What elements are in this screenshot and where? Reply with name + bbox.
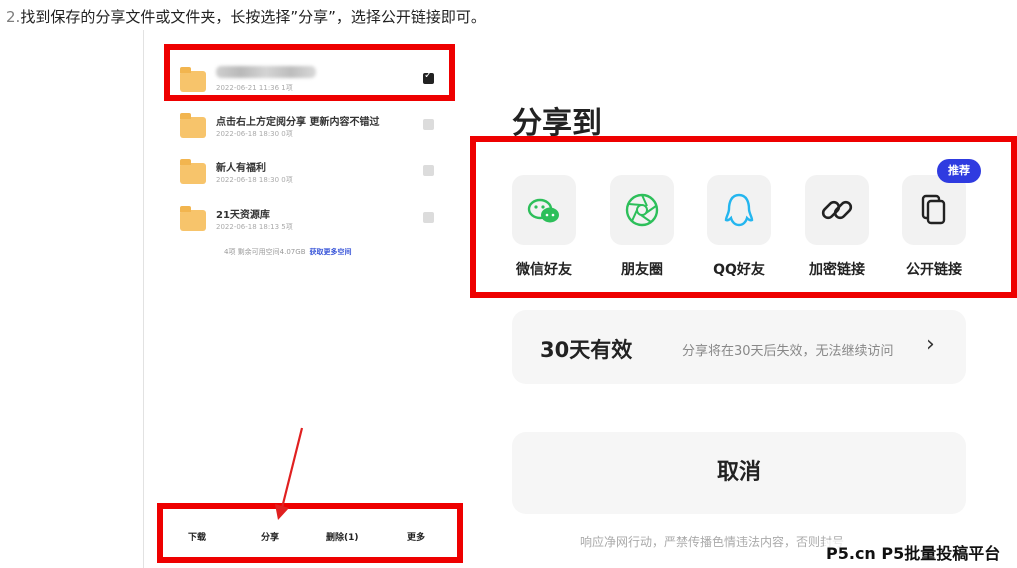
validity-selector[interactable]: 30天有效 分享将在30天后失效，无法继续访问 › <box>512 310 966 384</box>
share-option-encrypted-link[interactable]: 加密链接 <box>805 175 869 278</box>
file-meta: 2022-06-18 18:30 0项 <box>216 130 293 138</box>
moments-icon <box>625 193 659 227</box>
share-label: 微信好友 <box>516 262 572 278</box>
wechat-icon <box>527 198 559 223</box>
file-row-3[interactable]: 新人有福利 2022-06-18 18:30 0项 <box>180 159 440 199</box>
chevron-right-icon: › <box>926 332 935 357</box>
file-checkbox[interactable] <box>423 212 434 223</box>
file-meta: 2022-06-18 18:13 5项 <box>216 223 293 231</box>
cancel-button[interactable]: 取消 <box>512 432 966 514</box>
share-label: 朋友圈 <box>621 262 663 278</box>
highlight-bottom-bar <box>157 503 463 563</box>
share-option-wechat[interactable]: 微信好友 <box>512 175 576 278</box>
file-meta: 2022-06-18 18:30 0项 <box>216 176 293 184</box>
qq-tile[interactable] <box>707 175 771 245</box>
get-more-space-link[interactable]: 获取更多空间 <box>310 248 352 256</box>
folder-icon <box>180 206 206 231</box>
pointer-arrow-icon <box>275 427 304 520</box>
step-number: 2. <box>6 8 21 26</box>
share-option-qq[interactable]: QQ好友 <box>707 175 771 278</box>
file-checkbox[interactable] <box>423 165 434 176</box>
qq-icon <box>724 193 754 227</box>
folder-icon <box>180 159 206 184</box>
wechat-tile[interactable] <box>512 175 576 245</box>
file-checkbox[interactable] <box>423 119 434 130</box>
share-sheet-title: 分享到 <box>512 106 602 141</box>
file-name: 21天资源库 <box>216 210 270 221</box>
instruction-text: 2.找到保存的分享文件或文件夹，长按选择”分享”，选择公开链接即可。 <box>6 6 486 27</box>
step-text: 找到保存的分享文件或文件夹，长按选择”分享”，选择公开链接即可。 <box>20 8 486 26</box>
watermark: P5.cn P5批量投稿平台 <box>824 540 1003 564</box>
share-label: 加密链接 <box>809 262 865 278</box>
file-name: 点击右上方定阅分享 更新内容不错过 <box>216 117 380 128</box>
policy-notice: 响应净网行动，严禁传播色情违法内容，否则封号 <box>580 535 845 549</box>
file-row-2[interactable]: 点击右上方定阅分享 更新内容不错过 2022-06-18 18:30 0项 <box>180 113 440 153</box>
file-row-4[interactable]: 21天资源库 2022-06-18 18:13 5项 <box>180 206 440 246</box>
share-option-public-link[interactable]: 公开链接 <box>902 175 966 278</box>
encrypted-link-tile[interactable] <box>805 175 869 245</box>
storage-info: 4项 剩余可用空间4.07GB 获取更多空间 <box>224 247 352 257</box>
file-name: 新人有福利 <box>216 163 266 174</box>
share-option-moments[interactable]: 朋友圈 <box>610 175 674 278</box>
link-icon <box>821 200 853 220</box>
storage-text: 4项 剩余可用空间4.07GB <box>224 248 306 256</box>
share-label: QQ好友 <box>713 262 765 278</box>
recommend-badge: 推荐 <box>937 159 981 183</box>
copy-icon <box>921 194 946 225</box>
moments-tile[interactable] <box>610 175 674 245</box>
folder-icon <box>180 113 206 138</box>
public-link-tile[interactable] <box>902 175 966 245</box>
share-label: 公开链接 <box>906 262 962 278</box>
highlight-selected-file <box>164 44 455 101</box>
validity-title: 30天有效 <box>540 338 633 362</box>
validity-description: 分享将在30天后失效，无法继续访问 <box>682 344 894 359</box>
